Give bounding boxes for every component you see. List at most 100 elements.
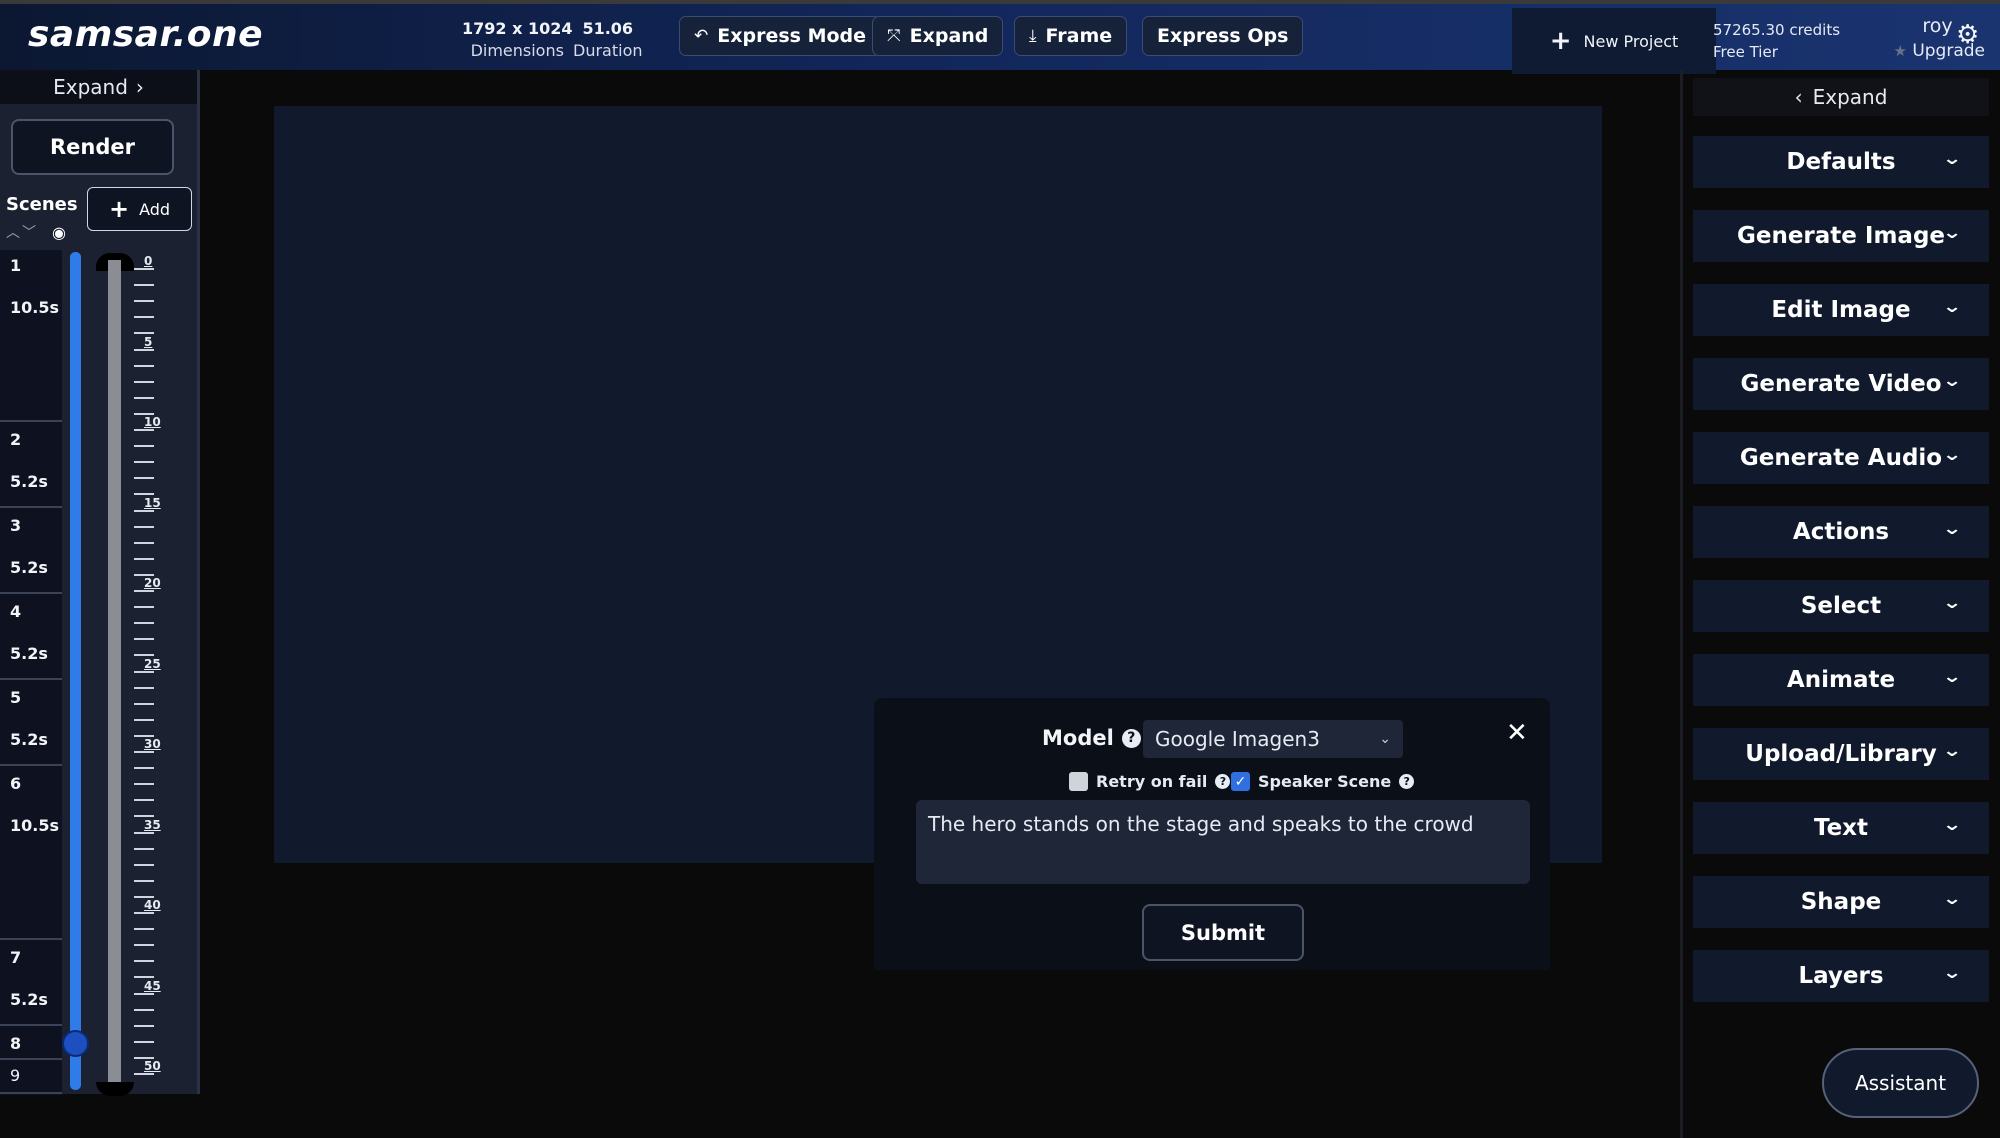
section-actions[interactable]: Actions ⌄ [1693, 506, 1989, 558]
scene-item[interactable]: 4 5.2s [0, 596, 62, 680]
prompt-panel: Model ? Google Imagen3 ⌄ ✕ Retry on fail… [874, 698, 1550, 970]
help-icon[interactable]: ? [1215, 774, 1231, 789]
help-icon[interactable]: ? [1399, 774, 1415, 789]
scene-duration: 5.2s [10, 644, 48, 663]
chevron-down-icon: ⌄ [1941, 445, 1962, 465]
scene-item[interactable]: 2 5.2s [0, 424, 62, 508]
gear-icon[interactable]: ⚙ [1956, 20, 1979, 50]
eye-icon[interactable]: ◉ [52, 223, 66, 242]
express-ops-label: Express Ops [1157, 25, 1289, 47]
ruler-tick [134, 300, 154, 303]
ruler-tick [134, 622, 154, 625]
left-expand-label: Expand [53, 75, 128, 99]
section-shape[interactable]: Shape ⌄ [1693, 876, 1989, 928]
scene-item[interactable]: 3 5.2s [0, 510, 62, 594]
section-generate-audio[interactable]: Generate Audio ⌄ [1693, 432, 1989, 484]
ruler-tick [134, 751, 154, 753]
section-label: Layers [1798, 963, 1884, 989]
new-project-button[interactable]: + New Project [1512, 8, 1716, 74]
expand-button[interactable]: ⤧ Expand [872, 16, 1004, 56]
ruler-tick [134, 831, 154, 834]
section-animate[interactable]: Animate ⌄ [1693, 654, 1989, 706]
scene-scroll-handle[interactable] [62, 1030, 89, 1057]
section-label: Edit Image [1771, 297, 1911, 323]
ruler-tick [134, 912, 154, 914]
app-logo[interactable]: samsar.one [28, 14, 263, 55]
scene-item[interactable]: 6 10.5s [0, 768, 62, 940]
section-generate-video[interactable]: Generate Video ⌄ [1693, 358, 1989, 410]
prompt-textarea[interactable]: The hero stands on the stage and speaks … [916, 800, 1530, 884]
help-icon[interactable]: ? [1121, 728, 1141, 748]
scene-item[interactable]: 5 5.2s [0, 682, 62, 766]
ruler-tick [134, 348, 154, 351]
scene-item[interactable]: 7 5.2s [0, 942, 62, 1026]
chevron-down-icon: ⌄ [1941, 741, 1962, 761]
section-label: Actions [1792, 519, 1890, 545]
section-layers[interactable]: Layers ⌄ [1693, 950, 1989, 1002]
model-select[interactable]: Google Imagen3 ⌄ [1143, 720, 1403, 758]
ruler-tick [134, 509, 154, 512]
add-scene-button[interactable]: + Add [87, 187, 192, 231]
right-panel-divider [1680, 70, 1683, 1138]
timeline-ruler: 0 5 10 15 20 25 30 35 40 45 50 [134, 254, 164, 1090]
timeline-track[interactable] [108, 260, 121, 1086]
frame-button[interactable]: ⤓ Frame [1014, 16, 1128, 56]
express-ops-button[interactable]: Express Ops [1142, 16, 1304, 56]
canvas-preview[interactable]: Model ? Google Imagen3 ⌄ ✕ Retry on fail… [274, 106, 1602, 970]
submit-button[interactable]: Submit [1142, 904, 1304, 961]
reorder-arrows[interactable]: ︿﹀ [6, 222, 38, 242]
right-expand-button[interactable]: ‹ Expand [1693, 78, 1989, 116]
duration-stat: 51.06 Duration [573, 18, 643, 62]
speaker-checkbox[interactable]: ✓ [1231, 772, 1250, 791]
ruler-tick [134, 1073, 154, 1075]
chevron-down-icon: ⌄ [1941, 963, 1962, 983]
download-icon: ⤓ [1029, 26, 1037, 46]
chevron-down-icon: ⌄ [1379, 731, 1391, 747]
chevron-up-icon[interactable]: ︿ [6, 225, 22, 241]
chevron-down-icon: ⌄ [1941, 889, 1962, 909]
left-expand-button[interactable]: Expand › [0, 70, 197, 104]
add-label: Add [139, 199, 171, 219]
section-generate-image[interactable]: Generate Image ⌄ [1693, 210, 1989, 262]
chevron-down-icon[interactable]: ﹀ [22, 225, 38, 241]
expand-label: Expand [909, 25, 989, 47]
ruler-label: 50 [144, 1059, 161, 1073]
ruler-tick [134, 670, 154, 673]
scene-item[interactable]: 9 [0, 1062, 62, 1094]
retry-label: Retry on fail [1096, 772, 1208, 791]
scene-item[interactable]: 8 [0, 1028, 62, 1060]
scene-item[interactable]: 1 10.5s [0, 250, 62, 422]
undo-arrow-icon: ↶ [694, 26, 709, 46]
retry-checkbox[interactable] [1069, 772, 1088, 791]
scene-number: 3 [10, 516, 22, 535]
ruler-tick [134, 606, 154, 609]
scene-list: 1 10.5s 2 5.2s 3 5.2s 4 5.2s 5 5.2s 6 10… [0, 250, 62, 1095]
ruler-tick [134, 960, 154, 963]
section-label: Generate Audio [1739, 445, 1943, 471]
section-defaults[interactable]: Defaults ⌄ [1693, 136, 1989, 188]
scene-number: 9 [10, 1066, 21, 1085]
express-mode-button[interactable]: ↶ Express Mode [679, 16, 882, 56]
ruler-label: 45 [144, 978, 161, 993]
render-button[interactable]: Render [11, 119, 174, 175]
scene-scroll-track[interactable] [70, 252, 81, 1090]
scene-duration: 5.2s [10, 730, 48, 749]
scene-number: 1 [10, 256, 22, 275]
scene-number: 6 [10, 774, 22, 793]
section-select[interactable]: Select ⌄ [1693, 580, 1989, 632]
ruler-tick [134, 396, 154, 399]
model-label-text: Model [1042, 726, 1114, 750]
section-text[interactable]: Text ⌄ [1693, 802, 1989, 854]
duration-value: 51.06 [582, 19, 634, 38]
close-icon[interactable]: ✕ [1506, 718, 1528, 748]
ruler-tick [134, 429, 154, 431]
section-edit-image[interactable]: Edit Image ⌄ [1693, 284, 1989, 336]
speaker-option: ✓ Speaker Scene ? [1231, 772, 1415, 791]
chevron-down-icon: ⌄ [1941, 297, 1962, 317]
chevron-down-icon: ⌄ [1941, 223, 1962, 243]
ruler-tick [134, 541, 154, 544]
section-upload-library[interactable]: Upload/Library ⌄ [1693, 728, 1989, 780]
assistant-button[interactable]: Assistant [1822, 1048, 1979, 1118]
section-label: Defaults [1786, 149, 1896, 175]
ruler-tick [134, 445, 154, 448]
